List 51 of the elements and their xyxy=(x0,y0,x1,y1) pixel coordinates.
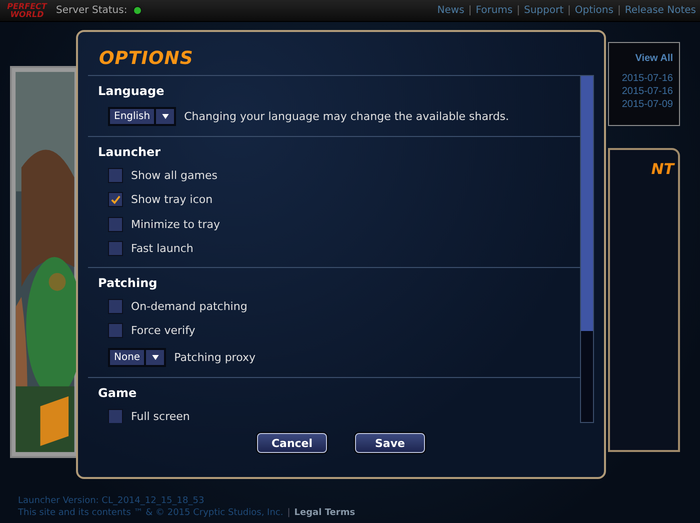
dropdown-label: Patching proxy xyxy=(174,350,256,364)
section-heading: Launcher xyxy=(98,145,162,159)
copyright-text: This site and its contents ™ & © 2015 Cryptic Studios, Inc. xyxy=(18,507,284,519)
checkbox-label: Show tray icon xyxy=(131,193,213,206)
section-heading: Patching xyxy=(98,276,158,290)
checkbox[interactable] xyxy=(108,192,123,208)
checkbox[interactable] xyxy=(108,408,123,423)
news-date: 2015-07-09 xyxy=(622,98,673,111)
checkbox-label: Show all games xyxy=(131,168,218,182)
link-separator: | xyxy=(568,5,571,16)
legal-terms-link[interactable]: Legal Terms xyxy=(294,507,356,519)
link-separator: | xyxy=(516,5,520,16)
nav-link[interactable]: News xyxy=(437,5,464,16)
news-date: 2015-07-16 xyxy=(622,85,673,98)
section-heading: Language xyxy=(98,84,166,98)
scrollbar-thumb[interactable] xyxy=(581,76,593,331)
checkbox[interactable] xyxy=(108,216,123,232)
nav-link[interactable]: Release Notes xyxy=(624,5,696,16)
caret-icon xyxy=(162,114,169,118)
dropdown[interactable]: None xyxy=(110,350,146,364)
dropdown-button[interactable] xyxy=(156,108,174,124)
checkbox-label: Force verify xyxy=(131,324,196,338)
checkbox-label: Full screen xyxy=(131,410,190,423)
dialog-button[interactable]: Save xyxy=(355,433,425,453)
dropdown-button[interactable] xyxy=(146,350,164,364)
link-separator: | xyxy=(617,5,621,16)
dialog-button[interactable]: Cancel xyxy=(257,433,327,453)
section-heading: Game xyxy=(98,386,138,400)
checkbox-label: Fast launch xyxy=(131,242,194,256)
link-separator: | xyxy=(287,507,290,519)
launcher-version: Launcher Version: CL_2014_12_15_18_53 xyxy=(18,496,204,506)
checkbox[interactable] xyxy=(108,168,123,183)
logo: PERFECT WORLD xyxy=(6,2,48,18)
view-all-link[interactable]: View All xyxy=(635,53,673,64)
caret-icon xyxy=(152,354,159,360)
checkbox-label: On-demand patching xyxy=(131,300,248,313)
nav-link[interactable]: Forums xyxy=(476,5,513,16)
checkbox[interactable] xyxy=(108,298,123,314)
checkbox[interactable] xyxy=(108,241,123,256)
dropdown[interactable]: English xyxy=(110,108,156,124)
dropdown-label: Changing your language may change the available shards. xyxy=(184,110,510,122)
panel-heading: NT xyxy=(651,160,674,180)
checkbox-label: Minimize to tray xyxy=(131,218,220,231)
news-date: 2015-07-16 xyxy=(622,72,673,85)
checkbox[interactable] xyxy=(108,323,123,338)
scrollbar[interactable] xyxy=(580,75,594,423)
nav-link[interactable]: Support xyxy=(524,5,564,16)
nav-link[interactable]: Options xyxy=(574,5,614,16)
dialog-title: OPTIONS xyxy=(99,48,194,69)
link-separator: | xyxy=(468,5,472,16)
server-status-label: Server Status: xyxy=(56,5,128,16)
